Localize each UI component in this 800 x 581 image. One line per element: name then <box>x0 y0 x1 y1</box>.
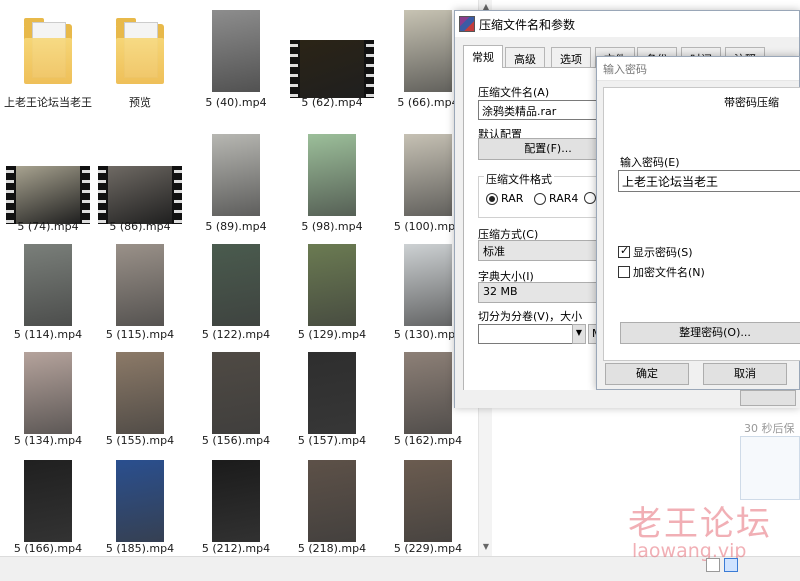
video-file-item[interactable]: 5 (212).mp4 <box>188 0 284 581</box>
dialog-title: 压缩文件名和参数 <box>479 18 576 32</box>
checkbox-empty-icon <box>618 266 630 278</box>
password-dialog: 输入密码 带密码压缩 输入密码(E) 上老王论坛当老王 显示密码(S) 加密文件… <box>596 56 800 390</box>
format-rar-label: RAR <box>501 192 524 205</box>
password-input[interactable]: 上老王论坛当老王 <box>618 170 800 192</box>
encrypt-names-label: 加密文件名(N) <box>633 266 705 279</box>
format-rar-radio[interactable]: RAR <box>486 192 523 205</box>
password-dialog-title: 输入密码 <box>603 63 647 76</box>
dialog-bottom-edge <box>454 390 800 408</box>
format-zip-radio[interactable] <box>584 192 596 204</box>
winrar-icon <box>459 16 475 32</box>
organize-passwords-button[interactable]: 整理密码(O)... <box>620 322 800 344</box>
format-rar4-label: RAR4 <box>549 192 579 205</box>
help-button[interactable] <box>740 390 796 406</box>
format-rar4-radio[interactable]: RAR4 <box>534 192 578 205</box>
password-titlebar[interactable]: 输入密码 <box>597 57 799 81</box>
details-view-icon[interactable] <box>706 558 720 572</box>
file-explorer: 上老王论坛当老王 预览 5 (40).mp4 5 (62).mp4 5 (66).mp4… <box>0 0 492 581</box>
password-heading: 带密码压缩 <box>724 96 779 109</box>
split-size-input[interactable] <box>478 324 586 344</box>
view-toggle <box>706 558 738 572</box>
video-thumbnail <box>404 460 452 542</box>
cancel-button[interactable]: 取消 <box>703 363 787 385</box>
dialog-titlebar[interactable]: 压缩文件名和参数 <box>455 11 799 37</box>
file-name-label: 5 (229).mp4 <box>393 542 463 555</box>
show-password-checkbox[interactable]: 显示密码(S) <box>618 244 693 260</box>
radio-empty-icon <box>584 192 596 204</box>
radio-empty-icon <box>534 192 546 205</box>
tab-general[interactable]: 常规 <box>463 45 503 68</box>
scroll-down-icon[interactable]: ▼ <box>479 540 493 554</box>
tab-options[interactable]: 选项 <box>551 47 591 67</box>
radio-selected-icon <box>486 192 498 205</box>
split-label: 切分为分卷(V)，大小 <box>478 310 583 323</box>
password-label: 输入密码(E) <box>620 156 680 169</box>
background-panel <box>740 436 800 500</box>
tab-advanced[interactable]: 高级 <box>505 47 545 67</box>
video-file-item[interactable]: 5 (185).mp4 <box>92 0 188 581</box>
password-pane: 带密码压缩 输入密码(E) 上老王论坛当老王 显示密码(S) 加密文件名(N) … <box>603 87 800 361</box>
video-thumbnail <box>24 460 72 542</box>
video-file-item[interactable]: 5 (166).mp4 <box>0 0 96 581</box>
split-dropdown-icon[interactable]: ▼ <box>572 324 586 344</box>
large-icons-view-icon[interactable] <box>724 558 738 572</box>
archive-name-label: 压缩文件名(A) <box>478 86 550 99</box>
video-file-item[interactable]: 5 (218).mp4 <box>284 0 380 581</box>
video-thumbnail <box>212 460 260 542</box>
encrypt-names-checkbox[interactable]: 加密文件名(N) <box>618 264 705 280</box>
video-thumbnail <box>116 460 164 542</box>
file-name-label: 5 (218).mp4 <box>297 542 367 555</box>
file-name-label: 5 (212).mp4 <box>201 542 271 555</box>
file-name-label: 5 (185).mp4 <box>105 542 175 555</box>
format-label: 压缩文件格式 <box>484 171 554 187</box>
video-thumbnail <box>308 460 356 542</box>
watermark-cn: 老王论坛 <box>628 504 772 544</box>
show-password-label: 显示密码(S) <box>633 246 693 259</box>
ok-button[interactable]: 确定 <box>605 363 689 385</box>
file-name-label: 5 (166).mp4 <box>13 542 83 555</box>
checkbox-checked-icon <box>618 244 630 258</box>
